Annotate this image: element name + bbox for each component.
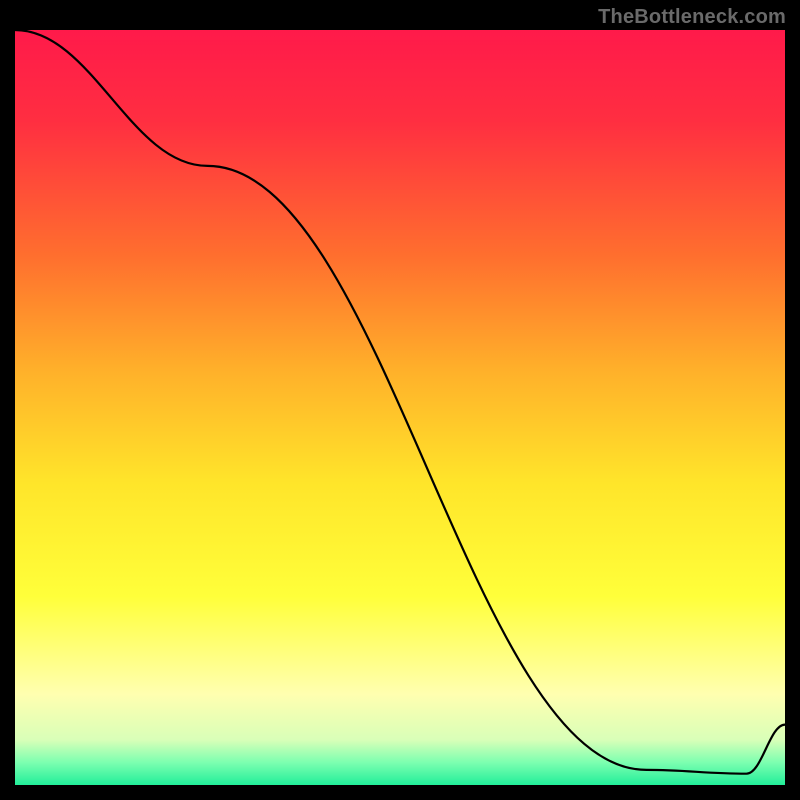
plot-area <box>15 30 785 785</box>
chart-container: TheBottleneck.com <box>0 0 800 800</box>
watermark-text: TheBottleneck.com <box>598 6 786 29</box>
chart-svg <box>15 30 785 785</box>
